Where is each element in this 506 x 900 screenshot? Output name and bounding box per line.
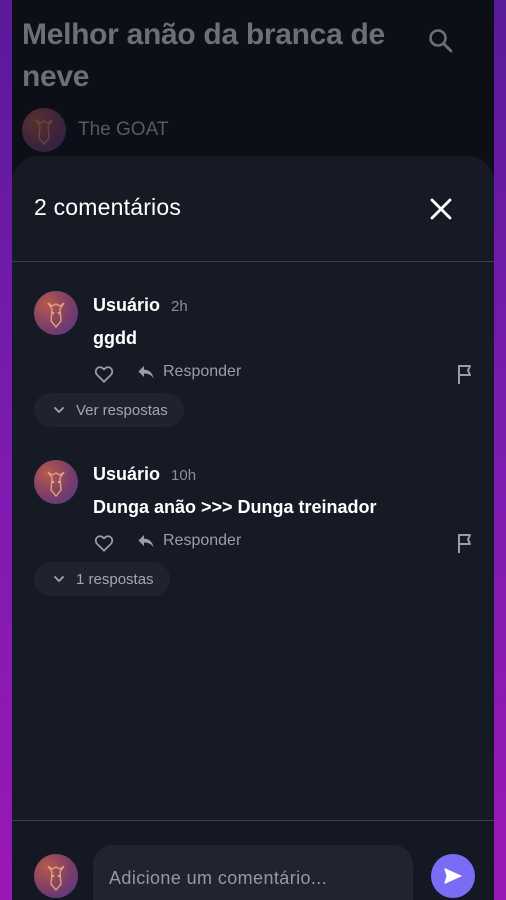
replies-label: 1 respostas bbox=[76, 570, 154, 588]
post-title: Melhor anão da branca de neve bbox=[22, 18, 385, 93]
reply-button[interactable]: Responder bbox=[136, 531, 241, 551]
comment-header: Usuário 10h bbox=[93, 464, 196, 485]
chevron-down-icon bbox=[54, 576, 64, 582]
reply-label: Responder bbox=[163, 363, 242, 380]
replies-toggle-button[interactable]: Ver respostas bbox=[34, 393, 184, 427]
sheet-header: 2 comentários bbox=[12, 156, 494, 262]
send-icon bbox=[444, 868, 462, 884]
comment-text: Dunga anão >>> Dunga treinador bbox=[93, 497, 377, 517]
close-button[interactable] bbox=[424, 192, 458, 226]
replies-toggle-button[interactable]: 1 respostas bbox=[34, 562, 170, 596]
comments-count-title: 2 comentários bbox=[34, 194, 182, 220]
avatar bbox=[34, 854, 78, 898]
comment-input[interactable] bbox=[93, 845, 413, 900]
comment-actions: Responder bbox=[93, 362, 475, 386]
post-author-name: The GOAT bbox=[78, 119, 169, 140]
avatar[interactable] bbox=[34, 460, 78, 504]
close-icon bbox=[430, 198, 452, 220]
reply-icon bbox=[138, 535, 154, 548]
send-button[interactable] bbox=[431, 854, 475, 898]
flag-icon[interactable] bbox=[455, 532, 475, 554]
reply-label: Responder bbox=[163, 532, 242, 549]
flag-icon[interactable] bbox=[455, 363, 475, 385]
heart-icon[interactable] bbox=[93, 532, 115, 554]
reply-icon bbox=[138, 366, 154, 379]
comment-composer bbox=[12, 820, 494, 900]
comment-header: Usuário 2h bbox=[93, 295, 188, 316]
comment-text: ggdd bbox=[93, 328, 137, 348]
comment-timestamp: 10h bbox=[171, 467, 197, 484]
replies-label: Ver respostas bbox=[76, 401, 168, 419]
comment-timestamp: 2h bbox=[171, 298, 188, 315]
reply-button[interactable]: Responder bbox=[136, 362, 241, 382]
post-author[interactable]: The GOAT bbox=[22, 108, 462, 152]
post-header: Melhor anão da branca de neve The GOAT bbox=[22, 14, 462, 152]
comments-sheet: 2 comentários Usuário 2h ggdd Responder … bbox=[12, 156, 494, 900]
comment-actions: Responder bbox=[93, 531, 475, 555]
heart-icon[interactable] bbox=[93, 363, 115, 385]
search-icon[interactable] bbox=[426, 26, 456, 56]
comment-item: Usuário 10h Dunga anão >>> Dunga treinad… bbox=[34, 460, 474, 600]
comment-username[interactable]: Usuário bbox=[93, 464, 160, 485]
chevron-down-icon bbox=[54, 407, 64, 413]
comment-username[interactable]: Usuário bbox=[93, 295, 160, 316]
comment-item: Usuário 2h ggdd Responder Ver respostas bbox=[34, 291, 474, 431]
avatar bbox=[22, 108, 66, 152]
avatar[interactable] bbox=[34, 291, 78, 335]
